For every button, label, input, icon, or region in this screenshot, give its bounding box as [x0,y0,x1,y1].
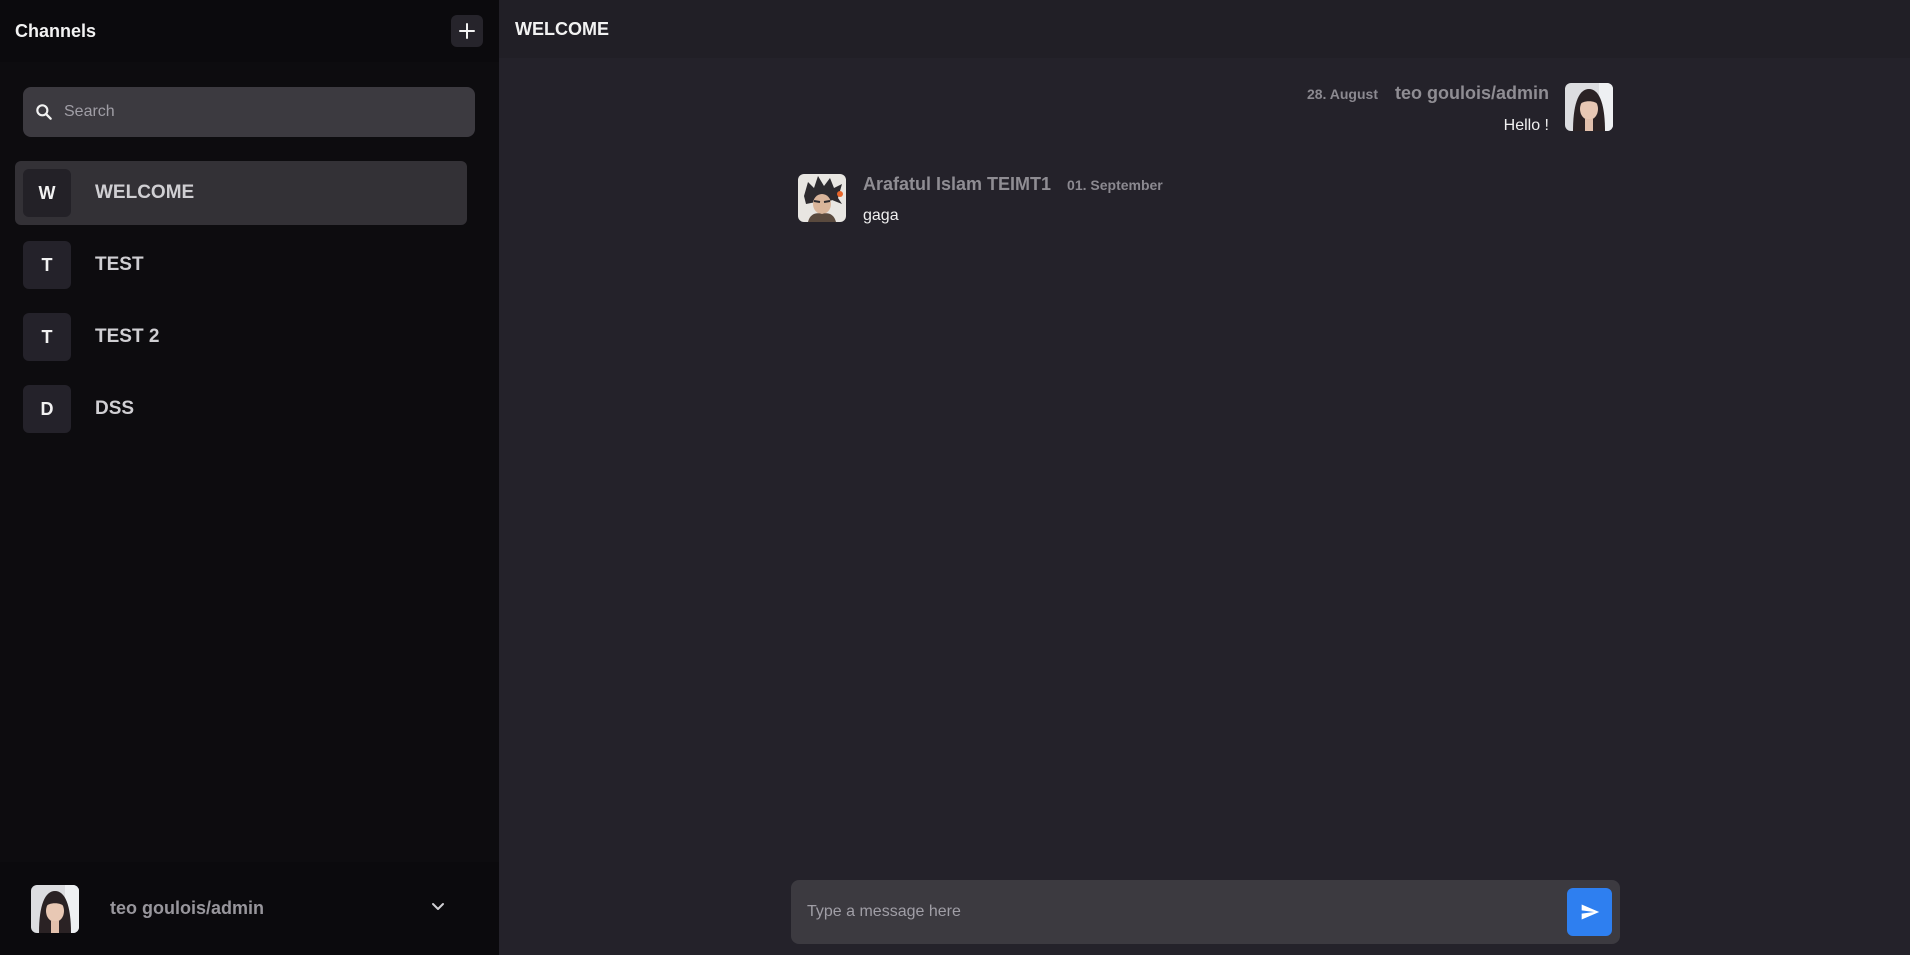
search-input[interactable] [64,103,444,121]
channel-item-dss[interactable]: D DSS [15,377,467,441]
app-root: Channels W WELCOME T TEST T TEST 2 D [0,0,1910,955]
channel-list: W WELCOME T TEST T TEST 2 D DSS [15,161,467,449]
sidebar: Channels W WELCOME T TEST T TEST 2 D [0,0,499,955]
channel-initial-badge: D [23,385,71,433]
channel-name: WELCOME [95,182,195,203]
message-avatar[interactable] [798,174,846,222]
message-avatar[interactable] [1565,83,1613,131]
current-user-bar: teo goulois/admin [0,862,499,955]
send-button[interactable] [1567,888,1612,936]
add-channel-button[interactable] [451,15,483,47]
message-composer [791,880,1620,944]
chat-header: WELCOME [499,0,1910,58]
message-text: gaga [863,207,899,224]
message-meta: Arafatul Islam TEIMT1 01. September [863,174,1163,195]
sidebar-header: Channels [0,0,499,62]
channel-item-test-2[interactable]: T TEST 2 [15,305,467,369]
message-body: Arafatul Islam TEIMT1 01. September gaga [863,174,1163,225]
send-icon [1581,904,1599,920]
chevron-down-icon[interactable] [430,898,446,919]
message-input[interactable] [807,903,1567,921]
message-body: 28. August teo goulois/admin Hello ! [1307,83,1549,135]
chat-title: WELCOME [515,18,609,39]
channel-initial-badge: W [23,169,71,217]
message-item: 28. August teo goulois/admin Hello ! [1307,83,1613,135]
channel-name: TEST [95,254,144,275]
channel-name: DSS [95,398,135,419]
sidebar-title: Channels [15,20,97,41]
plus-icon [459,23,475,39]
message-date: 01. September [1067,177,1163,193]
channel-initial-badge: T [23,313,71,361]
search-box[interactable] [23,87,475,137]
user-name: teo goulois/admin [110,898,265,918]
message-date: 28. August [1306,86,1378,102]
user-avatar[interactable] [31,884,79,933]
message-meta: 28. August teo goulois/admin [1307,83,1549,104]
message-text: Hello ! [1503,117,1549,134]
channel-item-welcome[interactable]: W WELCOME [15,161,467,225]
channel-item-test[interactable]: T TEST [15,233,467,297]
chat-main: WELCOME 28. August teo goulois/admin Hel… [499,0,1910,955]
message-author: Arafatul Islam TEIMT1 [863,174,1052,194]
message-item: Arafatul Islam TEIMT1 01. September gaga [798,174,1163,225]
message-author: teo goulois/admin [1394,83,1549,103]
channel-name: TEST 2 [95,326,160,347]
search-icon [36,104,52,120]
channel-initial-badge: T [23,241,71,289]
